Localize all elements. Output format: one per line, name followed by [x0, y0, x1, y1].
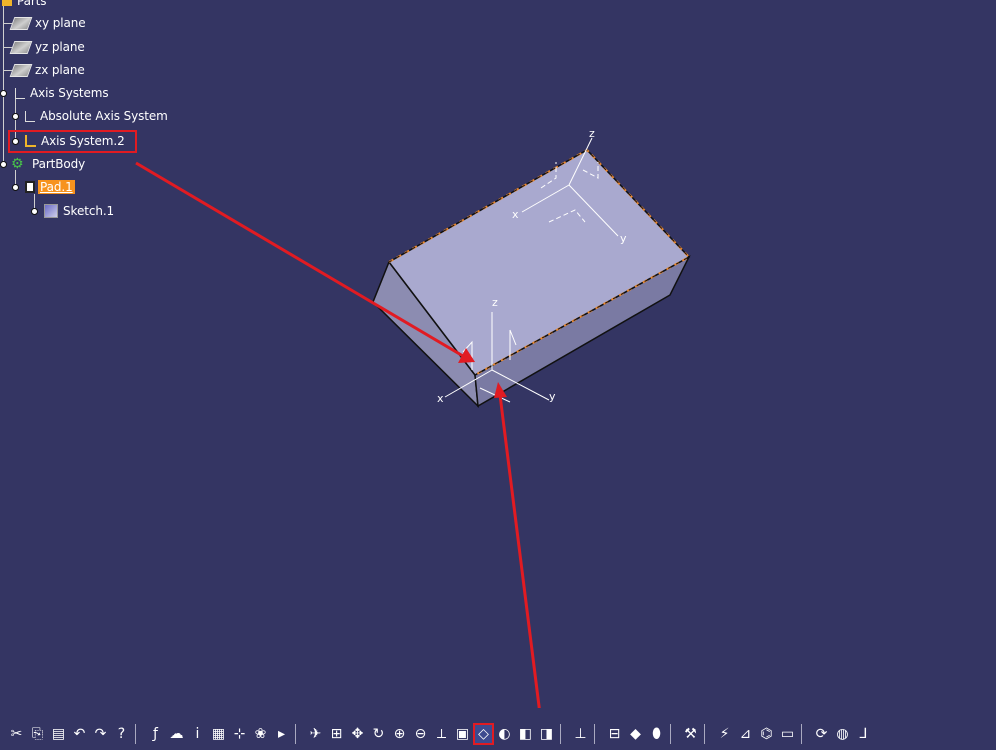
- pad-icon: [25, 181, 35, 193]
- zoom-in-icon[interactable]: ⊕: [389, 723, 410, 745]
- knowledge-icon[interactable]: ⌬: [756, 723, 777, 745]
- pan-icon[interactable]: ✥: [347, 723, 368, 745]
- multi-view-icon[interactable]: ▣: [452, 723, 473, 745]
- plane-icon: [9, 40, 33, 54]
- annotation-highlight-box: [8, 130, 137, 153]
- corner-axis-y-label: y: [549, 390, 556, 403]
- expand-node-icon[interactable]: [0, 89, 7, 97]
- analysis-icon[interactable]: ⚡: [714, 723, 735, 745]
- expand-node-icon[interactable]: [12, 183, 19, 191]
- fly-icon[interactable]: ✈: [305, 723, 326, 745]
- formula-icon[interactable]: ƒ: [145, 723, 166, 745]
- whats-this-icon[interactable]: ?: [111, 723, 132, 745]
- constraint-icon[interactable]: ⊿: [735, 723, 756, 745]
- wrench-icon[interactable]: ⚒: [680, 723, 701, 745]
- axis-system-icon: [15, 87, 25, 99]
- hide-show-icon[interactable]: ◧: [515, 723, 536, 745]
- zoom-out-icon[interactable]: ⊖: [410, 723, 431, 745]
- part-icon: [2, 0, 12, 6]
- tree-icon[interactable]: ⊹: [229, 723, 250, 745]
- measure-icon[interactable]: ⊥: [570, 723, 591, 745]
- render-icon[interactable]: ◆: [625, 723, 646, 745]
- expand-node-icon[interactable]: [0, 160, 7, 168]
- paste-icon[interactable]: ▤: [48, 723, 69, 745]
- plane-icon: [9, 63, 33, 77]
- expand-node-icon[interactable]: [12, 112, 19, 120]
- table-icon[interactable]: ▦: [208, 723, 229, 745]
- top-axis-y-label: y: [620, 232, 627, 245]
- expand-icon[interactable]: ▸: [271, 723, 292, 745]
- comment-icon[interactable]: ☁: [166, 723, 187, 745]
- refresh-icon[interactable]: ⟳: [811, 723, 832, 745]
- undo-icon[interactable]: ↶: [69, 723, 90, 745]
- sketch-icon: [44, 204, 58, 218]
- sphere-icon[interactable]: ◍: [832, 723, 853, 745]
- toolbar-separator: [670, 724, 677, 744]
- material-icon[interactable]: ⬮: [646, 723, 667, 745]
- bottom-toolbar[interactable]: ✂ ⎘ ▤ ↶ ↷? ƒ ☁ ⅰ ▦ ⊹ ❀ ▸ ✈ ⊞ ✥ ↻ ⊕ ⊖ ⟂ ▣ ◇ ◐ ◧ ◨ ⊥ ⊟ ◆ ⬮ ⚒ ⚡ ⊿ ⌬ ▭ ⟳ ◍ ⅃: [0, 718, 996, 750]
- axis-icon[interactable]: ⅃: [853, 723, 874, 745]
- section-icon[interactable]: ⊟: [604, 723, 625, 745]
- top-axis-z-label: z: [589, 127, 595, 140]
- expand-node-icon[interactable]: [31, 207, 38, 215]
- toolbar-separator: [801, 724, 808, 744]
- top-axis-x-label: x: [512, 208, 519, 221]
- copy-icon[interactable]: ⎘: [27, 723, 48, 745]
- eraser-icon[interactable]: ▭: [777, 723, 798, 745]
- plane-icon: [9, 16, 33, 30]
- tree-item-partbody[interactable]: ⚙ PartBody: [0, 154, 87, 174]
- corner-axis-x-label: x: [437, 392, 444, 405]
- tree-root-parts[interactable]: Parts: [2, 0, 48, 11]
- gear-icon: ⚙: [11, 156, 24, 172]
- toolbar-separator: [295, 724, 302, 744]
- cut-icon[interactable]: ✂: [6, 723, 27, 745]
- shading-icon[interactable]: ◐: [494, 723, 515, 745]
- normal-view-icon[interactable]: ⟂: [431, 723, 452, 745]
- catalog-icon[interactable]: ❀: [250, 723, 271, 745]
- rotate-icon[interactable]: ↻: [368, 723, 389, 745]
- toolbar-separator: [594, 724, 601, 744]
- axis-system-icon: [25, 110, 35, 122]
- swap-icon[interactable]: ◨: [536, 723, 557, 745]
- tree-item-sketch[interactable]: Sketch.1: [31, 201, 116, 221]
- tree-item-absolute-axis-system[interactable]: Absolute Axis System: [12, 106, 170, 126]
- fit-all-icon[interactable]: ⊞: [326, 723, 347, 745]
- toolbar-separator: [704, 724, 711, 744]
- hint-icon[interactable]: ⅰ: [187, 723, 208, 745]
- toolbar-separator: [135, 724, 142, 744]
- tree-item-axis-systems[interactable]: Axis Systems: [0, 83, 111, 103]
- isometric-view-icon[interactable]: ◇: [473, 723, 494, 745]
- toolbar-separator: [560, 724, 567, 744]
- corner-axis-z-label: z: [492, 296, 498, 309]
- tree-item-yz-plane[interactable]: yz plane: [4, 37, 87, 57]
- specification-tree[interactable]: Parts xy plane yz plane zx plane Axis Sy…: [0, 0, 260, 230]
- tree-item-zx-plane[interactable]: zx plane: [4, 60, 87, 80]
- tree-item-xy-plane[interactable]: xy plane: [4, 13, 88, 33]
- redo-icon[interactable]: ↷: [90, 723, 111, 745]
- tree-item-pad[interactable]: Pad.1: [12, 177, 75, 197]
